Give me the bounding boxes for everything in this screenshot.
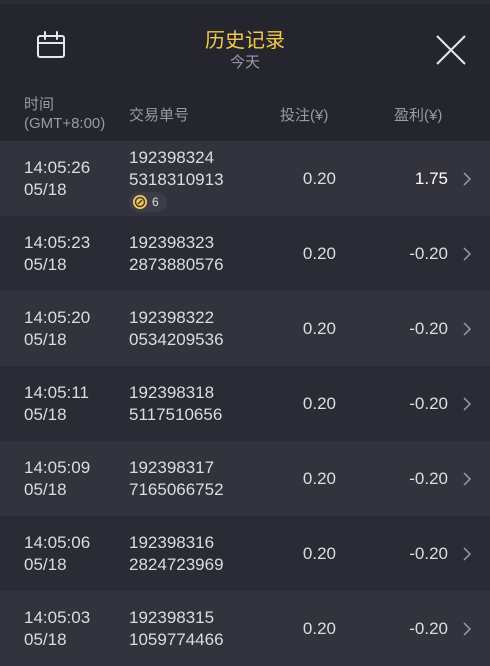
row-bet: 0.20	[302, 469, 336, 488]
row-order-line1: 192398322	[129, 308, 215, 327]
row-order-line1: 192398318	[129, 383, 215, 402]
chevron-right-icon	[463, 397, 472, 411]
chevron-right-icon	[463, 472, 472, 486]
chevron-right-icon	[463, 172, 472, 186]
table-row[interactable]: 14:05:20 05/18 192398322 0534209536 0.20…	[0, 291, 490, 366]
date-filter-label: 今天	[229, 54, 260, 71]
table-header: 时间 (GMT+8:00) 交易单号 投注(¥) 盈利(¥)	[0, 88, 490, 141]
table-row[interactable]: 14:05:06 05/18 192398316 2824723969 0.20…	[0, 516, 490, 591]
row-profit: -0.20	[409, 619, 448, 638]
row-order-line1: 192398316	[129, 533, 215, 552]
row-time-value: 14:05:06	[24, 533, 91, 552]
row-time: 14:05:20 05/18	[24, 307, 90, 351]
column-header-profit: 盈利(¥)	[394, 107, 443, 124]
row-order-number: 192398324 5318310913	[129, 147, 224, 191]
row-profit: -0.20	[409, 394, 448, 413]
table-row[interactable]: 14:05:03 05/18 192398315 1059774466 0.20…	[0, 591, 490, 666]
row-time: 14:05:03 05/18	[24, 607, 90, 651]
chevron-right-icon	[463, 247, 472, 261]
row-date-value: 05/18	[24, 255, 67, 274]
row-order-line1: 192398323	[129, 233, 215, 252]
row-profit: -0.20	[409, 319, 448, 338]
row-bet: 0.20	[302, 169, 336, 188]
row-date-value: 05/18	[24, 405, 67, 424]
row-order-line1: 192398324	[129, 148, 215, 167]
row-profit: -0.20	[409, 544, 448, 563]
column-header-order: 交易单号	[129, 107, 190, 124]
row-profit: -0.20	[409, 469, 448, 488]
row-order-number: 192398323 2873880576	[129, 232, 224, 276]
row-date-value: 05/18	[24, 330, 67, 349]
row-order-line2: 7165066752	[129, 480, 224, 499]
free-spin-badge: 6	[129, 192, 167, 212]
row-order-line2: 0534209536	[129, 330, 224, 349]
row-order-number: 192398318 5117510656	[129, 382, 222, 426]
row-order-line2: 5117510656	[129, 405, 223, 424]
table-row[interactable]: 14:05:26 05/18 192398324 5318310913 6 0.…	[0, 141, 490, 216]
column-header-time: 时间 (GMT+8:00)	[24, 95, 105, 133]
row-order-number: 192398316 2824723969	[129, 532, 224, 576]
chevron-right-icon	[463, 622, 472, 636]
row-order-line2: 2824723969	[129, 555, 224, 574]
row-time-value: 14:05:26	[24, 158, 91, 177]
row-date-value: 05/18	[24, 180, 67, 199]
row-time: 14:05:23 05/18	[24, 232, 90, 276]
row-order-line1: 192398317	[129, 458, 215, 477]
history-panel: 历史记录 今天 时间 (GMT+8:00) 交易单号 投注(¥) 盈利(¥) 1…	[0, 0, 490, 666]
row-date-value: 05/18	[24, 480, 67, 499]
table-row[interactable]: 14:05:23 05/18 192398323 2873880576 0.20…	[0, 216, 490, 291]
row-order-line2: 1059774466	[129, 630, 224, 649]
row-bet: 0.20	[302, 319, 336, 338]
row-bet: 0.20	[302, 619, 336, 638]
row-order-number: 192398322 0534209536	[129, 307, 224, 351]
row-bet: 0.20	[302, 394, 336, 413]
row-date-value: 05/18	[24, 555, 67, 574]
row-time-value: 14:05:03	[24, 608, 91, 627]
row-order-line2: 5318310913	[129, 170, 224, 189]
row-time-value: 14:05:20	[24, 308, 91, 327]
coin-icon	[133, 195, 147, 209]
row-profit: 1.75	[414, 169, 448, 188]
row-time-value: 14:05:23	[24, 233, 91, 252]
column-header-timezone: (GMT+8:00)	[24, 115, 106, 132]
row-time: 14:05:06 05/18	[24, 532, 90, 576]
row-bet: 0.20	[302, 544, 336, 563]
history-list: 14:05:26 05/18 192398324 5318310913 6 0.…	[0, 141, 490, 666]
table-row[interactable]: 14:05:11 05/18 192398318 5117510656 0.20…	[0, 366, 490, 441]
row-order-line1: 192398315	[129, 608, 215, 627]
row-date-value: 05/18	[24, 630, 67, 649]
page-title: 历史记录	[205, 30, 285, 52]
row-order-line2: 2873880576	[129, 255, 224, 274]
row-bet: 0.20	[302, 244, 336, 263]
chevron-right-icon	[463, 322, 472, 336]
column-header-bet: 投注(¥)	[280, 107, 329, 124]
column-header-time-label: 时间	[24, 96, 55, 113]
chevron-right-icon	[463, 547, 472, 561]
table-row[interactable]: 14:05:09 05/18 192398317 7165066752 0.20…	[0, 441, 490, 516]
row-time: 14:05:11 05/18	[24, 382, 89, 426]
close-icon[interactable]	[434, 33, 468, 67]
badge-count: 6	[152, 195, 159, 209]
header-bar: 历史记录 今天	[0, 4, 490, 88]
row-time-value: 14:05:09	[24, 458, 91, 477]
row-time-value: 14:05:11	[24, 383, 89, 402]
row-time: 14:05:09 05/18	[24, 457, 90, 501]
row-time: 14:05:26 05/18	[24, 157, 90, 201]
row-order-number: 192398315 1059774466	[129, 607, 224, 651]
row-order-number: 192398317 7165066752	[129, 457, 224, 501]
row-profit: -0.20	[409, 244, 448, 263]
